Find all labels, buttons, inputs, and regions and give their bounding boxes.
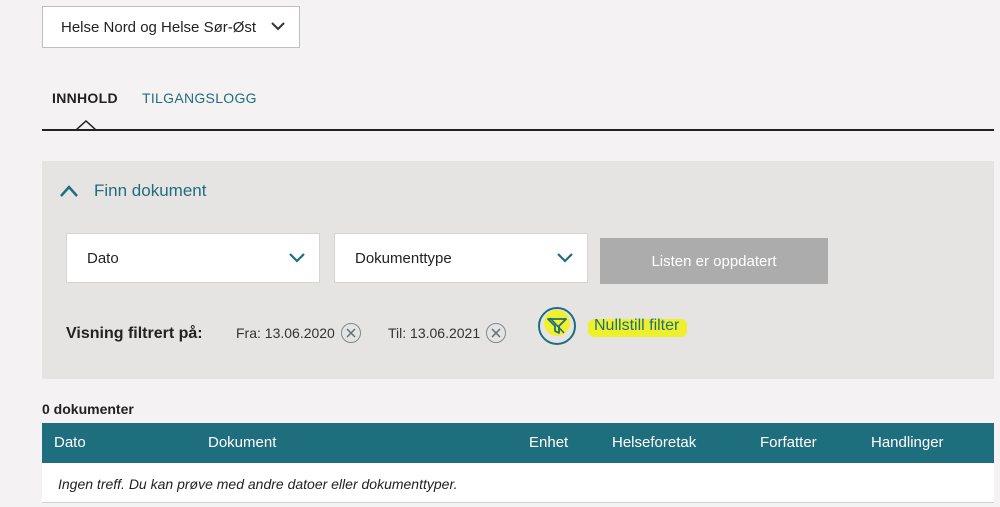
tab-tilgangslogg[interactable]: TILGANGSLOGG [142,90,257,106]
reset-filter-button[interactable]: Nullstill filter [538,307,688,345]
search-panel: Finn dokument Dato Dokumenttype Listen e… [42,161,994,379]
filter-chip-from-label: Fra: 13.06.2020 [236,325,335,341]
reset-filter-text: Nullstill filter [594,317,680,334]
column-header-helseforetak[interactable]: Helseforetak [612,434,696,451]
column-header-dato[interactable]: Dato [54,434,86,451]
filter-chip-to: Til: 13.06.2021 [388,323,507,343]
list-updated-button[interactable]: Listen er oppdatert [600,238,828,284]
filter-reset-icon [538,307,576,345]
tab-divider [42,129,994,131]
table-row: Ingen treff. Du kan prøve med andre dato… [42,463,994,503]
region-select-value: Helse Nord og Helse Sør-Øst [61,18,257,36]
filter-chip-to-label: Til: 13.06.2021 [388,325,481,341]
region-select[interactable]: Helse Nord og Helse Sør-Øst [42,6,300,48]
chevron-up-icon [60,185,78,197]
tab-innhold[interactable]: INNHOLD [52,90,118,106]
filtered-by-label: Visning filtrert på: [66,325,203,342]
document-type-dropdown-label: Dokumenttype [355,249,452,267]
empty-results-message: Ingen treff. Du kan prøve med andre dato… [58,476,458,492]
chevron-down-icon [289,253,305,263]
remove-from-filter-button[interactable] [340,323,361,343]
date-dropdown-label: Dato [87,249,119,267]
column-header-handlinger: Handlinger [871,434,944,451]
chevron-down-icon [271,22,285,31]
column-header-forfatter[interactable]: Forfatter [760,434,817,451]
document-type-dropdown[interactable]: Dokumenttype [334,233,588,283]
funnel-icon [547,317,567,334]
documents-table-header: Dato Dokument Enhet Helseforetak Forfatt… [42,423,994,463]
active-filters: Visning filtrert på: Fra: 13.06.2020 Til… [66,307,986,347]
remove-to-filter-button[interactable] [486,323,507,343]
chevron-down-icon [557,253,573,263]
document-count: 0 dokumenter [42,401,134,417]
finn-dokument-label: Finn dokument [94,181,207,200]
close-icon [346,328,356,338]
filter-chip-from: Fra: 13.06.2020 [236,323,361,343]
reset-filter-label: Nullstill filter [588,317,688,337]
date-dropdown[interactable]: Dato [66,233,320,283]
column-header-dokument[interactable]: Dokument [208,434,276,451]
close-icon [491,328,501,338]
tab-bar: INNHOLD TILGANGSLOGG [42,84,994,132]
finn-dokument-toggle[interactable]: Finn dokument [60,181,206,201]
column-header-enhet[interactable]: Enhet [529,434,568,451]
